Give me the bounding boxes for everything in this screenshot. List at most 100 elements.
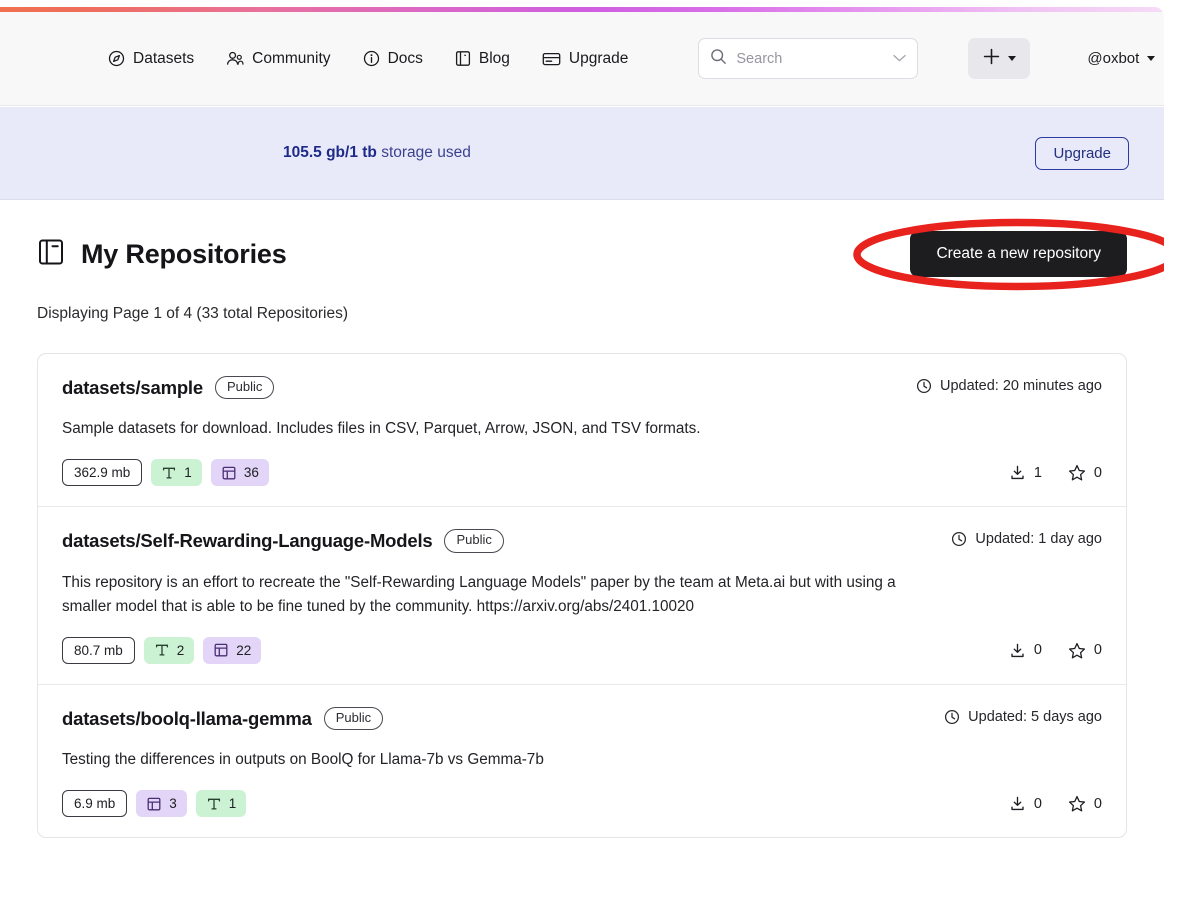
repository-card[interactable]: datasets/sample Public Updated: 20 minutes… <box>38 354 1126 507</box>
nav-item-blog[interactable]: Blog <box>455 50 510 68</box>
caret-down-icon <box>1147 56 1155 61</box>
nav-label: Blog <box>479 50 510 68</box>
page-container: Datasets Community <box>0 7 1164 873</box>
table-icon <box>221 465 237 481</box>
repository-meta-row: 80.7 mb22200 <box>62 637 1102 664</box>
page-title: My Repositories <box>81 239 287 270</box>
storage-suffix: storage used <box>377 144 471 161</box>
text-count-badge: 1 <box>196 790 247 817</box>
people-icon <box>226 50 244 67</box>
top-navigation-bar: Datasets Community <box>0 12 1164 106</box>
repository-name-row: datasets/boolq-llama-gemma Public <box>62 707 383 730</box>
download-icon <box>1009 642 1026 659</box>
page-header: My Repositories Create a new repository <box>37 201 1127 277</box>
updated-timestamp: Updated: 1 day ago <box>951 529 1102 547</box>
badge-count: 36 <box>244 465 259 480</box>
badge-count: 1 <box>229 796 237 811</box>
repository-description: Sample datasets for download. Includes f… <box>62 417 942 441</box>
repository-list: datasets/sample Public Updated: 20 minutes… <box>37 353 1127 838</box>
updated-timestamp: Updated: 5 days ago <box>944 707 1102 725</box>
table-count-badge: 36 <box>211 459 269 486</box>
repository-meta-row: 362.9 mb13610 <box>62 459 1102 486</box>
repository-name-link[interactable]: datasets/sample <box>62 377 203 399</box>
badge-count: 1 <box>184 465 192 480</box>
repository-stats: 10 <box>1009 464 1102 481</box>
username-label: @oxbot <box>1087 50 1139 67</box>
repository-description: This repository is an effort to recreate… <box>62 571 942 619</box>
stars-stat-value: 0 <box>1094 796 1102 812</box>
storage-amount: 105.5 gb/1 tb <box>283 144 377 161</box>
updated-label: Updated: 1 day ago <box>975 531 1102 547</box>
title-row: My Repositories <box>37 237 287 272</box>
search-input[interactable]: Search <box>698 38 918 79</box>
search-placeholder: Search <box>736 51 883 67</box>
stars-stat[interactable]: 0 <box>1068 642 1102 659</box>
text-file-icon <box>206 796 222 812</box>
downloads-stat[interactable]: 0 <box>1009 795 1042 812</box>
table-count-badge: 22 <box>203 637 261 664</box>
repository-card[interactable]: datasets/Self-Rewarding-Language-Models P… <box>38 507 1126 685</box>
nav-item-datasets[interactable]: Datasets <box>108 50 194 68</box>
pagination-summary: Displaying Page 1 of 4 (33 total Reposit… <box>37 305 1127 323</box>
main-content: My Repositories Create a new repository … <box>0 201 1164 873</box>
updated-label: Updated: 5 days ago <box>968 709 1102 725</box>
clock-icon <box>916 378 932 394</box>
repository-header-row: datasets/boolq-llama-gemma Public Updated:… <box>62 707 1102 730</box>
repository-name-row: datasets/Self-Rewarding-Language-Models P… <box>62 529 504 552</box>
nav-label: Docs <box>388 50 423 68</box>
badge-count: 2 <box>177 643 185 658</box>
info-circle-icon <box>363 50 380 67</box>
table-count-badge: 3 <box>136 790 187 817</box>
nav-links: Datasets Community <box>108 38 1155 79</box>
repository-meta-row: 6.9 mb 3 1 0 0 <box>62 790 1102 817</box>
downloads-stat[interactable]: 1 <box>1009 464 1042 481</box>
create-a-new-repository-button[interactable]: Create a new repository <box>910 231 1127 277</box>
updated-timestamp: Updated: 20 minutes ago <box>916 376 1102 394</box>
downloads-stat-value: 1 <box>1034 465 1042 481</box>
repository-name-link[interactable]: datasets/Self-Rewarding-Language-Models <box>62 530 432 552</box>
text-count-badge: 2 <box>144 637 195 664</box>
size-badge: 6.9 mb <box>62 790 127 817</box>
stars-stat[interactable]: 0 <box>1068 464 1102 481</box>
nav-label: Datasets <box>133 50 194 68</box>
size-badge: 362.9 mb <box>62 459 142 486</box>
text-count-badge: 1 <box>151 459 202 486</box>
repository-stats: 00 <box>1009 642 1102 659</box>
repository-card[interactable]: datasets/boolq-llama-gemma Public Updated:… <box>38 685 1126 837</box>
visibility-badge: Public <box>444 529 503 552</box>
repository-badges: 6.9 mb 3 1 <box>62 790 246 817</box>
repository-header-row: datasets/sample Public Updated: 20 minutes… <box>62 376 1102 399</box>
text-file-icon <box>154 642 170 658</box>
downloads-stat-value: 0 <box>1034 796 1042 812</box>
repository-name-link[interactable]: datasets/boolq-llama-gemma <box>62 708 312 730</box>
caret-down-icon <box>1008 56 1016 61</box>
downloads-stat-value: 0 <box>1034 642 1042 658</box>
text-file-icon <box>161 465 177 481</box>
repository-badges: 362.9 mb 1 36 <box>62 459 269 486</box>
repository-badges: 80.7 mb222 <box>62 637 261 664</box>
nav-item-upgrade[interactable]: Upgrade <box>542 50 628 68</box>
stars-stat-value: 0 <box>1094 465 1102 481</box>
visibility-badge: Public <box>215 376 274 399</box>
clock-icon <box>944 709 960 725</box>
repository-name-row: datasets/sample Public <box>62 376 274 399</box>
nav-item-docs[interactable]: Docs <box>363 50 423 68</box>
stars-stat[interactable]: 0 <box>1068 795 1102 812</box>
chevron-down-icon[interactable] <box>892 50 907 68</box>
user-menu[interactable]: @oxbot <box>1087 50 1155 67</box>
downloads-stat[interactable]: 0 <box>1009 642 1042 659</box>
visibility-badge: Public <box>324 707 383 730</box>
badge-count: 3 <box>169 796 177 811</box>
size-badge: 80.7 mb <box>62 637 135 664</box>
storage-upgrade-button[interactable]: Upgrade <box>1035 137 1129 170</box>
download-icon <box>1009 795 1026 812</box>
plus-icon <box>982 47 1001 71</box>
nav-item-community[interactable]: Community <box>226 50 330 68</box>
book-icon <box>455 50 471 67</box>
repository-header-row: datasets/Self-Rewarding-Language-Models P… <box>62 529 1102 552</box>
updated-label: Updated: 20 minutes ago <box>940 378 1102 394</box>
repository-book-icon <box>37 237 66 272</box>
storage-banner: 105.5 gb/1 tb storage used Upgrade <box>0 107 1164 200</box>
nav-label: Upgrade <box>569 50 628 68</box>
add-new-button[interactable] <box>968 38 1030 79</box>
